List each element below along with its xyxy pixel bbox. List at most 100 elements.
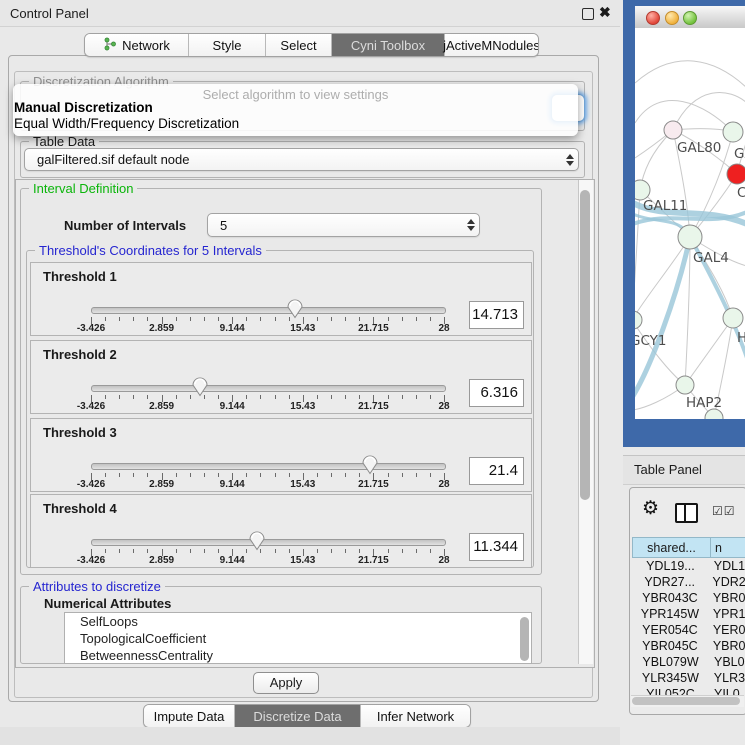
- list-scrollbar-thumb[interactable]: [520, 617, 529, 661]
- network-edge[interactable]: [635, 101, 733, 132]
- table-row[interactable]: YDL19...YDL1: [632, 558, 745, 574]
- threshold-value-field[interactable]: 21.4: [469, 457, 524, 485]
- network-edge[interactable]: [685, 318, 733, 385]
- table-row[interactable]: YPR145WYPR1: [632, 606, 745, 622]
- slider-thumb[interactable]: [249, 530, 265, 551]
- slider-tick: [345, 395, 346, 399]
- slider-tick-label: 2.859: [134, 401, 190, 412]
- mac-close-icon[interactable]: [646, 11, 660, 25]
- application-window: Control Panel ✖ NetworkStyleSelectCyni T…: [0, 0, 745, 745]
- tab-network[interactable]: Network: [85, 34, 189, 56]
- cell-name[interactable]: YBL0: [709, 654, 745, 670]
- cell-shared-name[interactable]: YPR145W: [632, 606, 708, 622]
- cell-shared-name[interactable]: YLR345W: [632, 670, 709, 686]
- network-canvas[interactable]: GAL80GACGAL11GAL4GCY1HHAP2: [635, 28, 745, 419]
- column-checkboxes-icon[interactable]: ☑☑: [712, 504, 736, 518]
- cell-name[interactable]: YDL1: [709, 558, 745, 574]
- cell-name[interactable]: YDR2: [707, 574, 745, 590]
- threshold-value-field[interactable]: 11.344: [469, 533, 524, 561]
- slider-thumb[interactable]: [287, 298, 303, 319]
- slider-tick-label: -3.426: [63, 401, 119, 412]
- slider-tick: [105, 473, 106, 477]
- network-node-GAL4[interactable]: [678, 225, 702, 249]
- table-row[interactable]: YBR045CYBR0: [632, 638, 745, 654]
- node-label-HAP2: HAP2: [686, 395, 722, 411]
- threshold-value-field[interactable]: 6.316: [469, 379, 524, 407]
- cell-name[interactable]: YER0: [708, 622, 745, 638]
- network-edge[interactable]: [635, 190, 640, 320]
- slider-track[interactable]: [91, 539, 446, 546]
- cell-name[interactable]: YBR0: [708, 590, 745, 606]
- cell-shared-name[interactable]: YDL19...: [632, 558, 709, 574]
- slider-tick: [119, 317, 120, 321]
- slider-tick: [416, 317, 417, 321]
- tab-jactivemnodules[interactable]: jActiveMNodules: [445, 34, 538, 56]
- slider-track[interactable]: [91, 307, 446, 314]
- number-of-intervals-combo[interactable]: 5: [207, 213, 480, 237]
- table-hscrollbar-thumb[interactable]: [632, 697, 740, 705]
- apply-button[interactable]: Apply: [253, 672, 319, 694]
- attribute-list-item[interactable]: BetweennessCentrality: [65, 647, 531, 664]
- column-header-shared-name[interactable]: shared...: [632, 537, 711, 558]
- threshold-value-field[interactable]: 14.713: [469, 301, 524, 329]
- tab-cyni-toolbox[interactable]: Cyni Toolbox: [332, 34, 445, 56]
- cell-shared-name[interactable]: YBL079W: [632, 654, 709, 670]
- node-label-GAL4: GAL4: [693, 250, 729, 266]
- attribute-list-item[interactable]: SelfLoops: [65, 613, 531, 630]
- tab-discretize-data[interactable]: Discretize Data: [235, 705, 361, 727]
- float-window-icon[interactable]: [582, 8, 594, 20]
- cell-shared-name[interactable]: YBR043C: [632, 590, 708, 606]
- cell-name[interactable]: YLR3: [709, 670, 745, 686]
- numerical-attributes-list[interactable]: SelfLoopsTopologicalCoefficientBetweenne…: [64, 612, 532, 664]
- split-columns-icon[interactable]: [675, 503, 698, 523]
- table-row[interactable]: YBL079WYBL0: [632, 654, 745, 670]
- mac-zoom-icon[interactable]: [683, 11, 697, 25]
- slider-tick: [388, 317, 389, 321]
- slider-tick: [289, 549, 290, 553]
- mac-minimize-icon[interactable]: [665, 11, 679, 25]
- network-node-red-node[interactable]: [727, 164, 745, 184]
- close-icon[interactable]: ✖: [599, 4, 611, 21]
- tab-infer-network[interactable]: Infer Network: [361, 705, 470, 727]
- network-node-GAL80[interactable]: [664, 121, 682, 139]
- cell-name[interactable]: YPR1: [708, 606, 745, 622]
- cell-shared-name[interactable]: YBR045C: [632, 638, 708, 654]
- slider-tick-label: 9.144: [204, 323, 260, 334]
- slider-track[interactable]: [91, 385, 446, 392]
- table-settings-gear-icon[interactable]: ⚙: [642, 499, 659, 518]
- attribute-list-item[interactable]: TopologicalCoefficient: [65, 630, 531, 647]
- slider-tick: [331, 549, 332, 553]
- settings-scrollbar-thumb[interactable]: [580, 190, 590, 500]
- network-window-titlebar[interactable]: [635, 6, 745, 29]
- slider-thumb[interactable]: [192, 376, 208, 397]
- slider-tick: [359, 473, 360, 477]
- tab-select[interactable]: Select: [266, 34, 332, 56]
- slider-track[interactable]: [91, 463, 446, 470]
- table-row[interactable]: YER054CYER0: [632, 622, 745, 638]
- network-node-HAP2[interactable]: [676, 376, 694, 394]
- network-edge[interactable]: [635, 237, 690, 396]
- network-node-GAL-partial-top[interactable]: [723, 122, 743, 142]
- slider-tick: [317, 473, 318, 477]
- cell-shared-name[interactable]: YER054C: [632, 622, 708, 638]
- tab-impute-data[interactable]: Impute Data: [144, 705, 235, 727]
- algorithm-option[interactable]: Equal Width/Frequency Discretization: [14, 116, 239, 131]
- network-edge[interactable]: [635, 61, 745, 88]
- slider-tick: [359, 549, 360, 553]
- slider-thumb[interactable]: [362, 454, 378, 475]
- table-row[interactable]: YBR043CYBR0: [632, 590, 745, 606]
- network-node-H-partial[interactable]: [723, 308, 743, 328]
- slider-tick: [190, 473, 191, 477]
- cell-name[interactable]: YBR0: [708, 638, 745, 654]
- table-row[interactable]: YDR27...YDR2: [632, 574, 745, 590]
- network-node-GAL11[interactable]: [635, 180, 650, 200]
- slider-tick: [289, 473, 290, 477]
- algorithm-option[interactable]: Manual Discretization: [14, 100, 153, 115]
- column-header-name[interactable]: n: [710, 537, 745, 558]
- tab-style[interactable]: Style: [189, 34, 266, 56]
- cell-shared-name[interactable]: YDR27...: [632, 574, 707, 590]
- table-hscrollbar-track[interactable]: [631, 695, 744, 707]
- table-data-combo[interactable]: galFiltered.sif default node: [24, 148, 579, 171]
- network-node-GCY1[interactable]: [635, 311, 642, 329]
- table-row[interactable]: YLR345WYLR3: [632, 670, 745, 686]
